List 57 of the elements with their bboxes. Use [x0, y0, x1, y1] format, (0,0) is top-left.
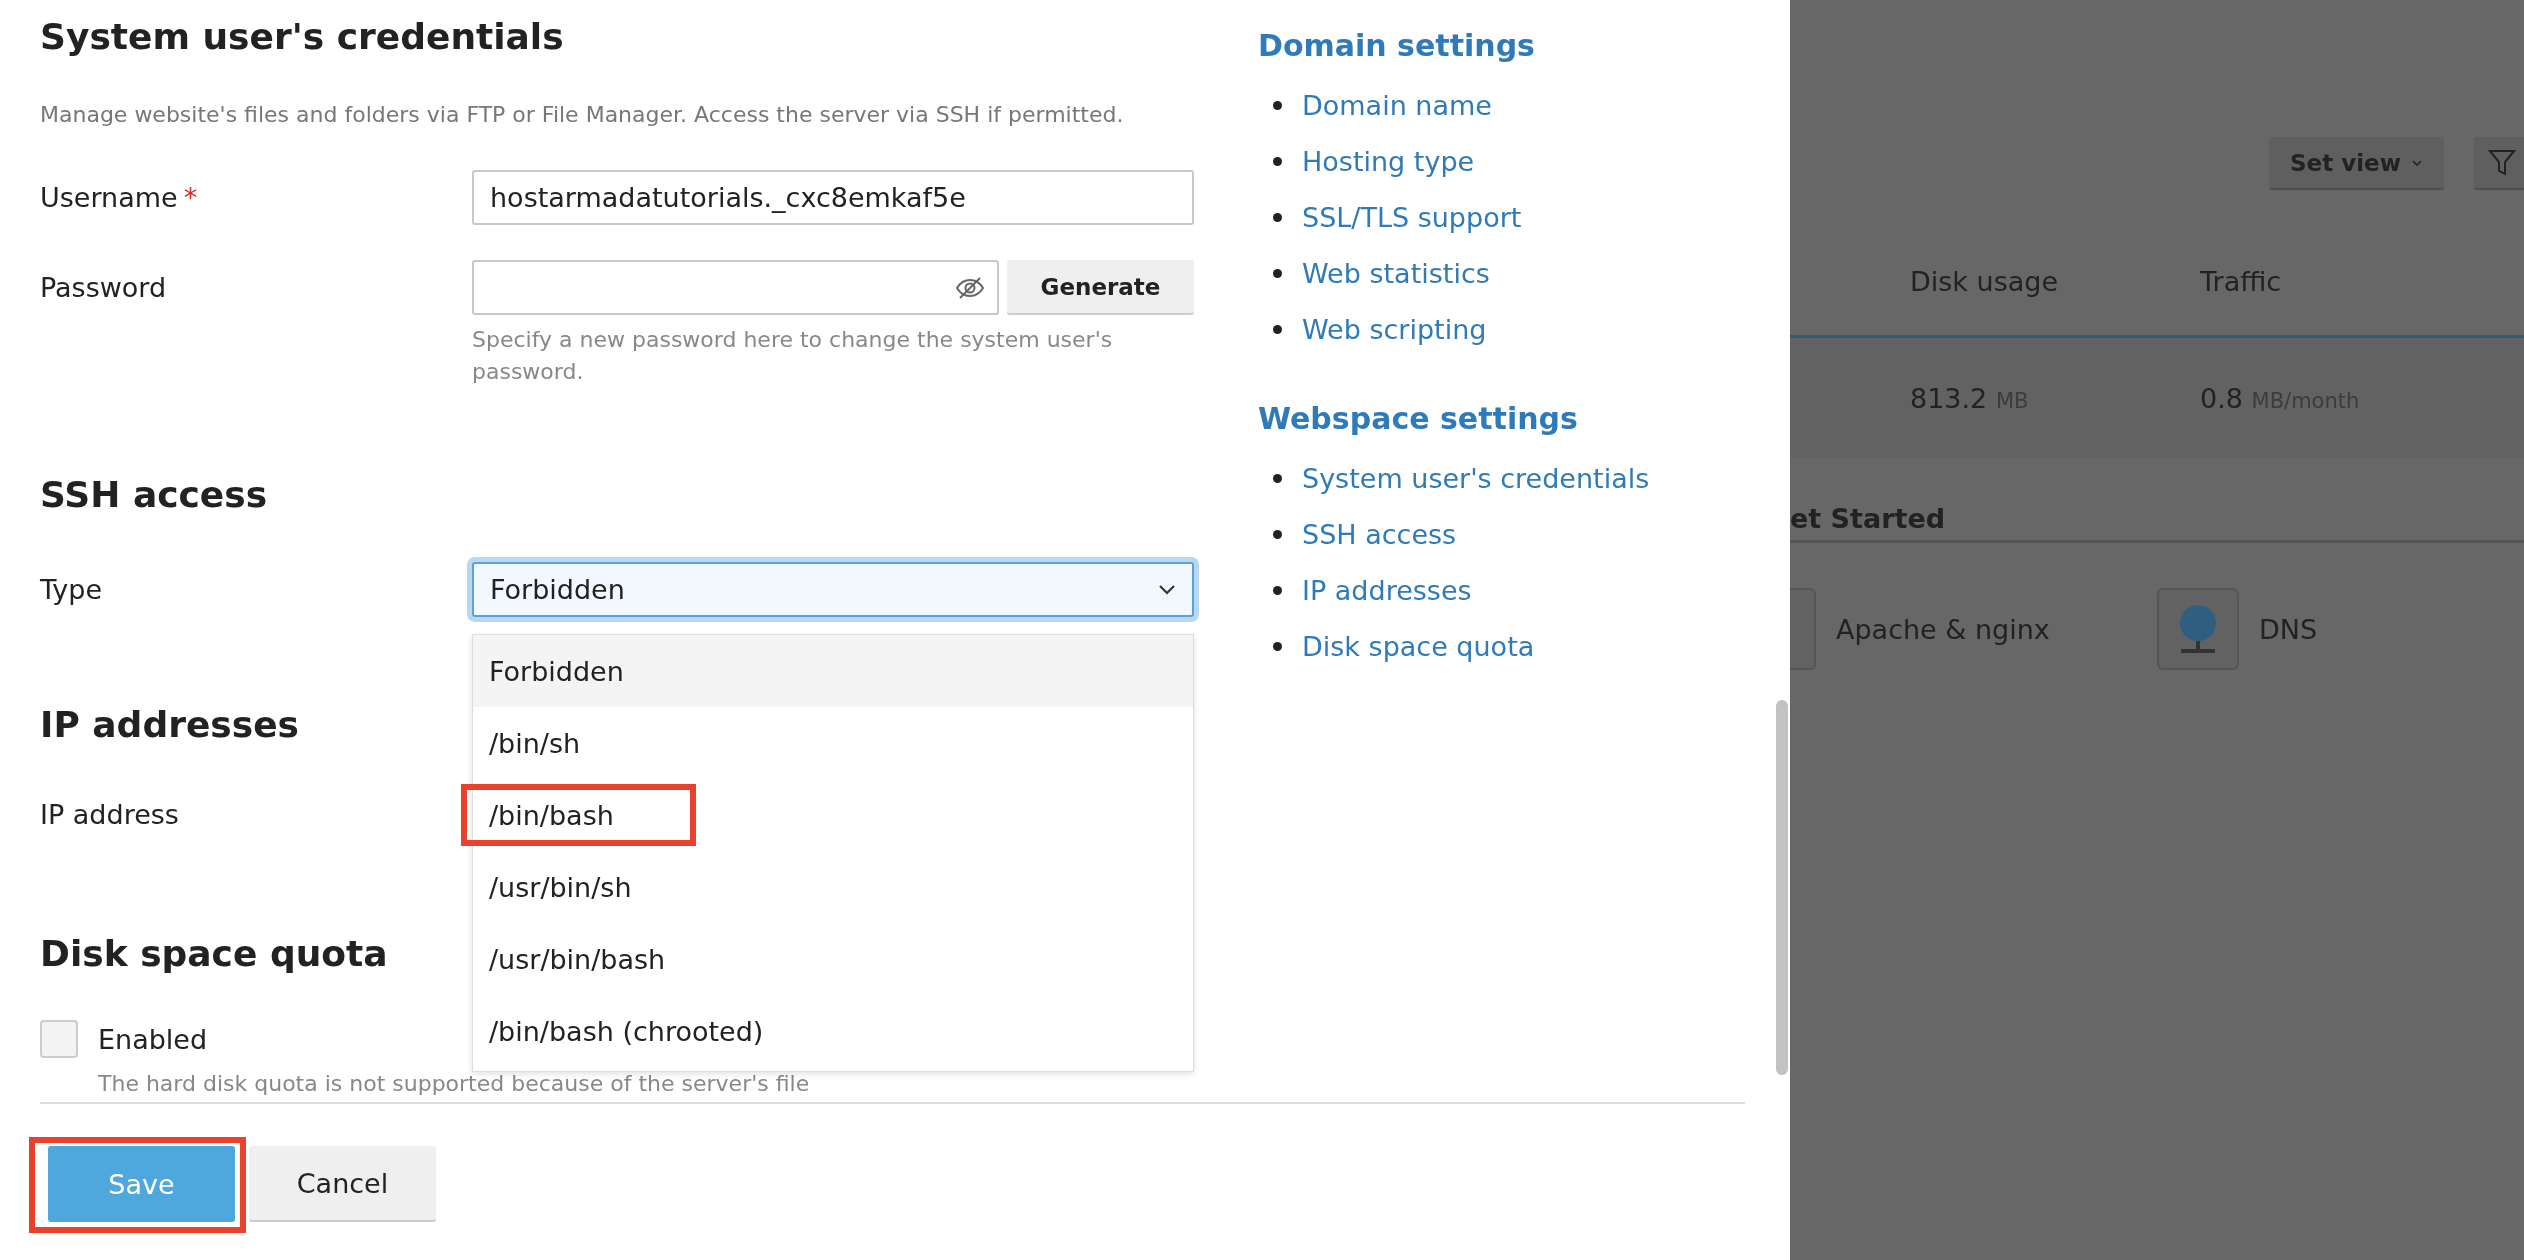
bullet-icon [1273, 100, 1282, 110]
dropdown-option[interactable]: Forbidden [473, 635, 1193, 707]
nav-link[interactable]: Domain name [1302, 89, 1492, 121]
column-header: Traffic [2200, 266, 2283, 297]
password-field[interactable] [472, 260, 999, 315]
field-label: IP address [40, 798, 180, 832]
nav-heading: Domain settings [1258, 28, 1536, 63]
bullet-icon [1273, 641, 1282, 651]
nav-link[interactable]: IP addresses [1302, 574, 1472, 606]
nav-link[interactable]: Hosting type [1302, 145, 1475, 177]
eye-slash-icon[interactable] [955, 275, 985, 300]
service-icon[interactable] [2157, 588, 2239, 670]
field-label: Username [40, 181, 178, 215]
required-mark: * [183, 181, 198, 215]
scrollbar[interactable] [1776, 700, 1788, 1075]
bullet-icon [1273, 585, 1282, 595]
generate-button[interactable]: Generate [1007, 260, 1194, 315]
bullet-icon [1273, 212, 1282, 222]
field-hint: The hard disk quota is not supported because of the server's file [98, 1071, 811, 1096]
filter-icon [2488, 147, 2516, 178]
dropdown-option[interactable]: /bin/bash [473, 779, 1193, 851]
nav-link[interactable]: SSL/TLS support [1302, 201, 1522, 233]
nav-link[interactable]: Web scripting [1302, 313, 1487, 345]
set-view-button[interactable]: Set view [2269, 137, 2444, 190]
field-label: Type [40, 573, 103, 607]
nav-link[interactable]: Disk space quota [1302, 630, 1535, 662]
dropdown-option[interactable]: /bin/sh [473, 707, 1193, 779]
bullet-icon [1273, 473, 1282, 483]
dropdown-option[interactable]: /usr/bin/sh [473, 851, 1193, 923]
dropdown-option[interactable]: /usr/bin/bash [473, 923, 1193, 995]
section-heading: SSH access [40, 473, 268, 517]
field-label: Password [40, 271, 168, 305]
section-heading: System user's credentials [40, 15, 564, 59]
bullet-icon [1273, 156, 1282, 166]
service-name[interactable]: Apache & nginx [1836, 613, 2050, 645]
nav-link[interactable]: Web statistics [1302, 257, 1490, 289]
bullet-icon [1273, 324, 1282, 334]
checkbox-label: Enabled [98, 1023, 208, 1055]
field-hint: Specify a new password here to change the system user's password. [472, 326, 1114, 386]
cancel-button[interactable]: Cancel [249, 1146, 436, 1222]
save-button[interactable]: Save [48, 1146, 235, 1222]
nav-link[interactable]: SSH access [1302, 518, 1457, 550]
bullet-icon [1273, 268, 1282, 278]
service-name[interactable]: DNS [2259, 613, 2318, 645]
nav-link[interactable]: System user's credentials [1302, 462, 1650, 494]
section-heading: Disk space quota [40, 932, 388, 976]
checkbox[interactable] [40, 1020, 78, 1058]
bullet-icon [1273, 529, 1282, 539]
username-field[interactable]: hostarmadatutorials._cxc8emkaf5e [472, 170, 1194, 225]
section-heading: IP addresses [40, 703, 299, 747]
caret-icon [2410, 158, 2423, 167]
section-heading: et Started [1790, 503, 2524, 543]
dropdown-option[interactable]: /bin/bash (chrooted) [473, 995, 1193, 1067]
chevron-down-icon [1158, 583, 1176, 596]
section-description: Manage website's files and folders via FTP or File Manager. Access the server via SSH if permitted. [40, 102, 1125, 127]
column-header: Disk usage [1910, 266, 2060, 297]
nav-heading: Webspace settings [1258, 401, 1579, 436]
